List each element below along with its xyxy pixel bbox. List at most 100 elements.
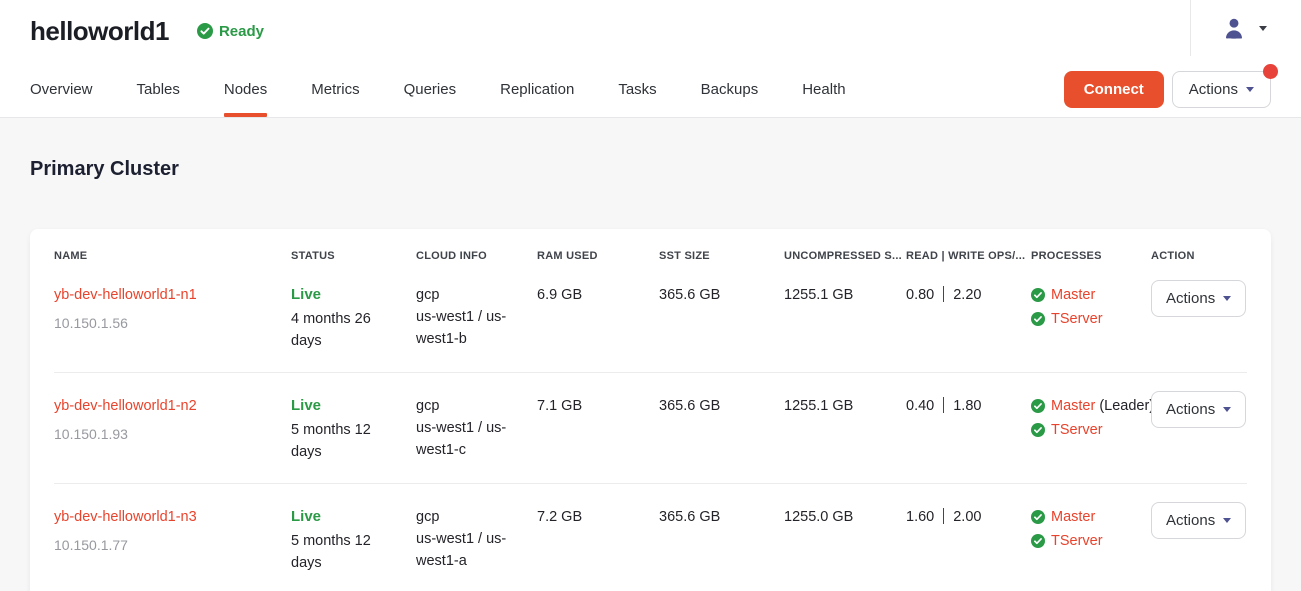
column-header-action: ACTION — [1151, 250, 1247, 262]
actions-dropdown-button[interactable]: Actions — [1172, 71, 1271, 108]
main-content: Primary Cluster NAME STATUS CLOUD INFO R… — [0, 118, 1301, 591]
ops-divider — [943, 397, 944, 413]
status-cell: Live 5 months 12 days — [291, 395, 416, 463]
processes-cell: Master TServer — [1031, 284, 1151, 352]
connect-button[interactable]: Connect — [1064, 71, 1164, 108]
header-top: helloworld1 Ready — [0, 0, 1301, 62]
ops-divider — [943, 286, 944, 302]
process-master: Master (Leader) — [1031, 395, 1137, 417]
cloud-info-cell: gcp us-west1 / us-west1-c — [416, 395, 537, 463]
node-name-link[interactable]: yb-dev-helloworld1-n2 — [54, 398, 197, 414]
process-tserver: TServer — [1031, 419, 1137, 441]
node-status: Live — [291, 506, 402, 528]
ops-divider — [943, 508, 944, 524]
nodes-table-card: NAME STATUS CLOUD INFO RAM USED SST SIZE… — [30, 229, 1271, 591]
node-ip: 10.150.1.56 — [54, 312, 277, 334]
tab-overview[interactable]: Overview — [30, 62, 93, 117]
read-ops: 0.40 — [906, 398, 934, 414]
process-tserver-link[interactable]: TServer — [1051, 419, 1103, 441]
process-master-suffix: (Leader) — [1099, 395, 1154, 417]
tab-tables[interactable]: Tables — [137, 62, 180, 117]
chevron-down-icon — [1223, 407, 1231, 412]
ram-used-cell: 6.9 GB — [537, 284, 659, 352]
page-title: Primary Cluster — [30, 158, 1271, 181]
uncompressed-size-cell: 1255.0 GB — [784, 506, 906, 574]
ram-used-cell: 7.2 GB — [537, 506, 659, 574]
read-write-ops-cell: 0.802.20 — [906, 284, 1031, 352]
nav-tabs: Overview Tables Nodes Metrics Queries Re… — [30, 62, 846, 117]
process-master-link[interactable]: Master — [1051, 395, 1095, 417]
column-header-read-write: READ | WRITE OPS/... — [906, 250, 1031, 262]
check-circle-icon — [197, 23, 213, 39]
actions-dropdown-label: Actions — [1189, 81, 1238, 98]
process-master-link[interactable]: Master — [1051, 284, 1095, 306]
cloud-provider: gcp — [416, 395, 523, 417]
tab-queries[interactable]: Queries — [404, 62, 457, 117]
row-actions-label: Actions — [1166, 401, 1215, 418]
row-actions-label: Actions — [1166, 290, 1215, 307]
table-header-row: NAME STATUS CLOUD INFO RAM USED SST SIZE… — [54, 229, 1247, 262]
user-icon — [1221, 15, 1247, 41]
chevron-down-icon — [1246, 87, 1254, 92]
tab-nodes[interactable]: Nodes — [224, 62, 267, 117]
status-cell: Live 4 months 26 days — [291, 284, 416, 352]
row-actions-button[interactable]: Actions — [1151, 391, 1246, 428]
uncompressed-size-cell: 1255.1 GB — [784, 395, 906, 463]
cluster-status-badge: Ready — [197, 23, 264, 40]
column-header-status: STATUS — [291, 250, 416, 262]
action-cell: Actions — [1151, 395, 1247, 463]
region-zone: us-west1 / us-west1-c — [416, 417, 523, 461]
tab-replication[interactable]: Replication — [500, 62, 574, 117]
cloud-provider: gcp — [416, 506, 523, 528]
uncompressed-size-cell: 1255.1 GB — [784, 284, 906, 352]
tab-backups[interactable]: Backups — [701, 62, 759, 117]
node-ip: 10.150.1.93 — [54, 423, 277, 445]
read-ops: 0.80 — [906, 287, 934, 303]
sst-size-cell: 365.6 GB — [659, 506, 784, 574]
process-master: Master — [1031, 506, 1137, 528]
check-circle-icon — [1031, 288, 1045, 302]
action-cell: Actions — [1151, 506, 1247, 574]
node-status: Live — [291, 284, 402, 306]
row-actions-button[interactable]: Actions — [1151, 502, 1246, 539]
node-name-link[interactable]: yb-dev-helloworld1-n3 — [54, 509, 197, 525]
process-tserver-link[interactable]: TServer — [1051, 530, 1103, 552]
name-cell: yb-dev-helloworld1-n1 10.150.1.56 — [54, 284, 291, 352]
user-menu-button[interactable] — [1190, 0, 1271, 56]
column-header-sst-size: SST SIZE — [659, 250, 784, 262]
column-header-name: NAME — [54, 250, 291, 262]
tab-health[interactable]: Health — [802, 62, 845, 117]
process-tserver-link[interactable]: TServer — [1051, 308, 1103, 330]
column-header-processes: PROCESSES — [1031, 250, 1151, 262]
node-uptime: 5 months 12 days — [291, 419, 402, 463]
sst-size-cell: 365.6 GB — [659, 395, 784, 463]
check-circle-icon — [1031, 312, 1045, 326]
row-actions-button[interactable]: Actions — [1151, 280, 1246, 317]
node-name-link[interactable]: yb-dev-helloworld1-n1 — [54, 287, 197, 303]
column-header-ram-used: RAM USED — [537, 250, 659, 262]
process-tserver: TServer — [1031, 530, 1137, 552]
tab-tasks[interactable]: Tasks — [618, 62, 656, 117]
actions-dropdown-wrap: Actions — [1172, 71, 1271, 108]
column-header-cloud-info: CLOUD INFO — [416, 250, 537, 262]
node-ip: 10.150.1.77 — [54, 534, 277, 556]
primary-nav: Overview Tables Nodes Metrics Queries Re… — [0, 62, 1301, 118]
region-zone: us-west1 / us-west1-b — [416, 306, 523, 350]
status-cell: Live 5 months 12 days — [291, 506, 416, 574]
read-write-ops-cell: 0.401.80 — [906, 395, 1031, 463]
node-uptime: 4 months 26 days — [291, 308, 402, 352]
ram-used-cell: 7.1 GB — [537, 395, 659, 463]
name-cell: yb-dev-helloworld1-n3 10.150.1.77 — [54, 506, 291, 574]
chevron-down-icon — [1223, 518, 1231, 523]
cluster-title: helloworld1 — [30, 16, 169, 47]
read-ops: 1.60 — [906, 509, 934, 525]
chevron-down-icon — [1259, 26, 1267, 31]
process-master: Master — [1031, 284, 1137, 306]
node-status: Live — [291, 395, 402, 417]
tab-metrics[interactable]: Metrics — [311, 62, 359, 117]
action-cell: Actions — [1151, 284, 1247, 352]
notification-dot — [1263, 64, 1278, 79]
row-actions-label: Actions — [1166, 512, 1215, 529]
process-master-link[interactable]: Master — [1051, 506, 1095, 528]
processes-cell: Master (Leader) TServer — [1031, 395, 1151, 463]
